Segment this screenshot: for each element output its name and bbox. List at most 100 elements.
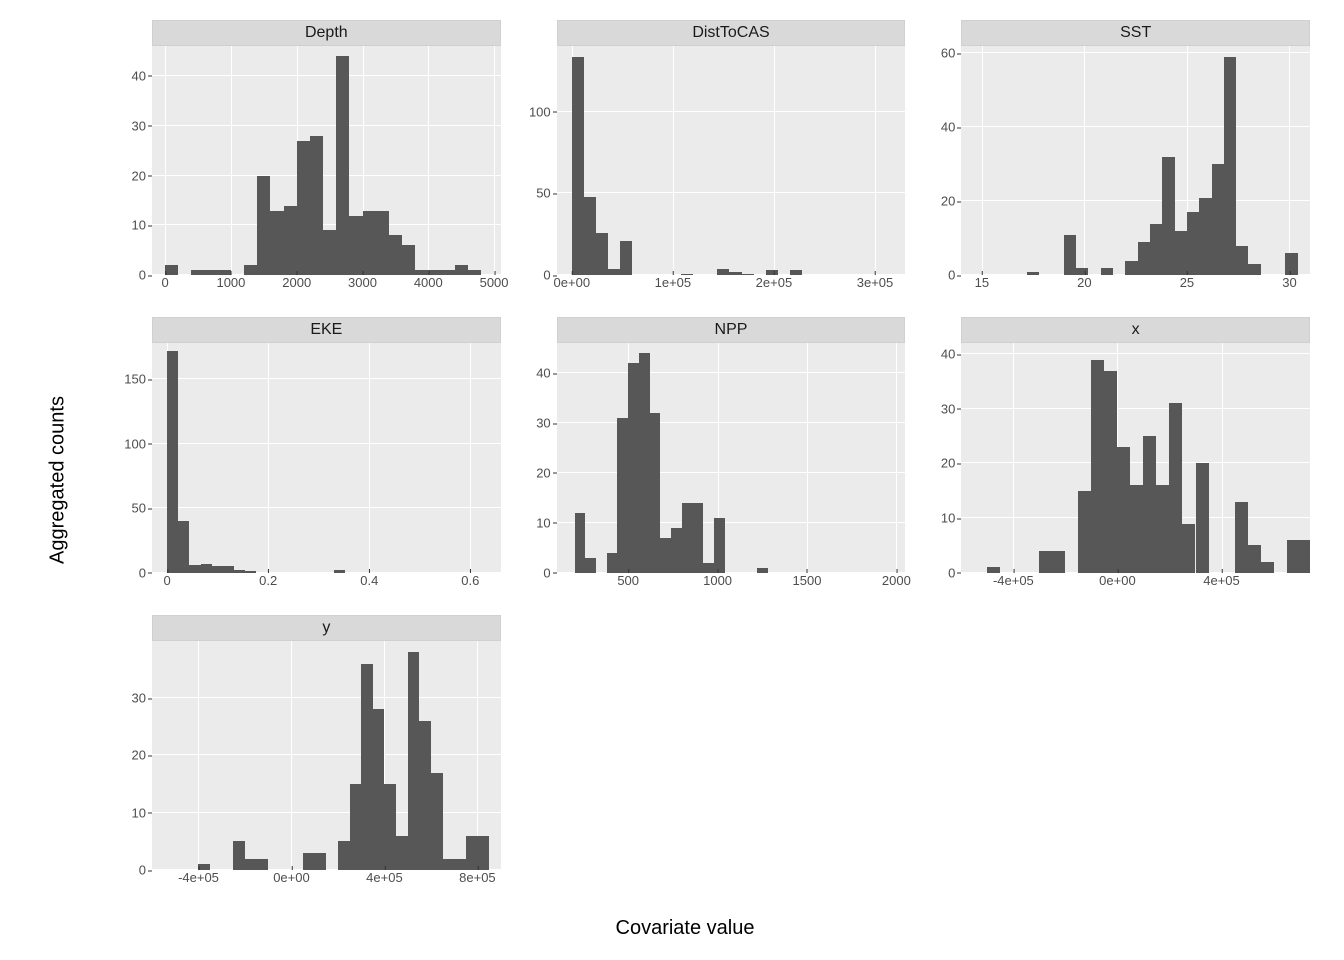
empty-cell — [919, 615, 1310, 900]
panel-SST: 0 20 40 60 SST 15 20 25 30 — [919, 20, 1310, 305]
histogram-bar — [714, 518, 725, 573]
x-tick: 1500 — [793, 573, 822, 588]
y-tick: 30 — [941, 401, 955, 416]
histogram-bar — [628, 363, 639, 572]
y-tick: 0 — [948, 565, 955, 580]
histogram-bar — [620, 241, 632, 275]
plot-area — [961, 46, 1310, 275]
y-tick: 30 — [536, 416, 550, 431]
histogram-bar — [1169, 403, 1182, 572]
y-tick: 0 — [543, 268, 550, 283]
x-tick: 4000 — [414, 275, 443, 290]
histogram-bar — [477, 836, 489, 870]
histogram-bar — [1064, 235, 1076, 276]
histogram-bar — [297, 141, 310, 276]
plot-area — [961, 343, 1310, 572]
x-tick: 4e+05 — [366, 870, 403, 885]
y-axis: 010203040 — [110, 20, 152, 305]
x-tick: 20 — [1077, 275, 1091, 290]
x-axis: -4e+050e+004e+05 — [961, 573, 1310, 603]
histogram-bar — [363, 211, 376, 276]
panel-Depth: 010203040Depth010002000300040005000 — [110, 20, 501, 305]
histogram-bar — [189, 565, 200, 573]
y-tick: 20 — [132, 748, 146, 763]
y-tick: 0 — [543, 565, 550, 580]
facet-strip: DistToCAS — [557, 20, 906, 46]
histogram-bar — [1196, 463, 1209, 572]
histogram-bar — [454, 859, 466, 870]
histogram-bar — [1212, 164, 1224, 275]
y-tick: 10 — [132, 805, 146, 820]
histogram-bar — [1162, 157, 1174, 275]
histogram-bar — [1187, 212, 1199, 275]
y-tick: 20 — [941, 194, 955, 209]
histogram-bar — [1236, 246, 1248, 276]
y-tick: 50 — [132, 501, 146, 516]
histogram-bar — [1078, 491, 1091, 573]
y-axis: 0 20 40 60 — [919, 20, 961, 305]
x-tick: 15 — [975, 275, 989, 290]
y-tick: 60 — [941, 46, 955, 61]
y-axis: 0 50 100 — [515, 20, 557, 305]
x-tick: 30 — [1282, 275, 1296, 290]
facet-strip: Depth — [152, 20, 501, 46]
facet-strip: y — [152, 615, 501, 641]
x-tick: 2000 — [882, 573, 911, 588]
histogram-bar — [1224, 57, 1236, 275]
x-tick: -4e+05 — [178, 870, 219, 885]
histogram-bar — [682, 503, 693, 573]
panel-NPP: 010203040NPP500100015002000 — [515, 317, 906, 602]
histogram-bar — [245, 859, 257, 870]
histogram-bar — [270, 211, 283, 276]
histogram-bar — [1138, 242, 1150, 275]
x-tick: 4e+05 — [1203, 573, 1240, 588]
histogram-bar — [303, 853, 315, 870]
x-tick: 0 — [164, 573, 171, 588]
y-tick: 30 — [132, 691, 146, 706]
plot-area — [557, 343, 906, 572]
plot-area — [152, 46, 501, 275]
y-tick: 0 — [139, 863, 146, 878]
y-tick: 40 — [941, 347, 955, 362]
y-tick: 0 — [139, 268, 146, 283]
plot-area — [152, 343, 501, 572]
histogram-bar — [703, 563, 714, 573]
histogram-bar — [1076, 268, 1088, 275]
x-tick: 25 — [1180, 275, 1194, 290]
histogram-bar — [1091, 360, 1104, 573]
histogram-bar — [1101, 268, 1113, 275]
y-axis: 010203040 — [919, 317, 961, 602]
y-axis: 050100150 — [110, 317, 152, 602]
y-tick: 100 — [529, 104, 551, 119]
x-axis: 0e+001e+052e+053e+05 — [557, 275, 906, 305]
y-tick: 40 — [941, 120, 955, 135]
x-tick: 5000 — [480, 275, 509, 290]
histogram-bar — [693, 503, 704, 573]
x-tick: 1e+05 — [655, 275, 692, 290]
x-tick: 8e+05 — [459, 870, 496, 885]
histogram-bar — [323, 230, 336, 275]
histogram-bar — [389, 235, 402, 275]
x-tick: 0.2 — [259, 573, 277, 588]
histogram-bar — [617, 418, 628, 573]
histogram-bar — [310, 136, 323, 276]
histogram-bar — [315, 853, 327, 870]
histogram-bar — [607, 553, 618, 573]
histogram-bar — [466, 836, 478, 870]
facet-strip: EKE — [152, 317, 501, 343]
facet-strip: SST — [961, 20, 1310, 46]
x-tick: 0e+00 — [554, 275, 591, 290]
panel-EKE: 050100150EKE00.20.40.6 — [110, 317, 501, 602]
y-tick: 150 — [124, 372, 146, 387]
y-tick: 50 — [536, 186, 550, 201]
histogram-bar — [350, 784, 362, 870]
y-tick: 30 — [132, 118, 146, 133]
facet-grid: 010203040Depth01000200030004000500005010… — [110, 20, 1310, 900]
facet-strip: x — [961, 317, 1310, 343]
histogram-bar — [671, 528, 682, 573]
histogram-bar — [244, 265, 257, 275]
histogram-bar — [572, 57, 584, 275]
y-tick: 0 — [948, 268, 955, 283]
histogram-bar — [1175, 231, 1187, 275]
x-tick: 0.4 — [360, 573, 378, 588]
